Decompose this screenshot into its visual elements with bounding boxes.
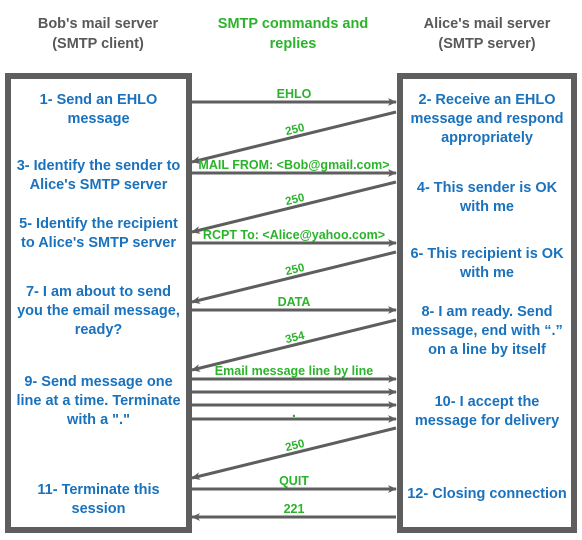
arrow-msg-250-a: [191, 110, 397, 164]
label-msg-quit: QUIT: [279, 474, 309, 488]
arrow-msg-354: [191, 318, 397, 372]
label-msg-mail-from: MAIL FROM: <Bob@gmail.com>: [198, 158, 390, 172]
label-msg-rcpt-to: RCPT To: <Alice@yahoo.com>: [202, 228, 386, 242]
label-msg-221: 221: [283, 502, 305, 516]
label-msg-data: DATA: [277, 295, 311, 309]
arrow-msg-250-b: [191, 180, 397, 234]
smtp-sequence-diagram: Bob's mail server (SMTP client) SMTP com…: [0, 0, 582, 540]
arrow-msg-250-d: [191, 426, 397, 480]
label-msg-ehlo: EHLO: [276, 87, 312, 101]
label-msg-email-1: Email message line by line: [214, 364, 374, 378]
label-msg-email-end: .: [291, 404, 297, 421]
message-arrow-layer: EHLO 250 MAIL FROM: <Bob@gmail.com> 250 RCPT…: [0, 0, 582, 540]
